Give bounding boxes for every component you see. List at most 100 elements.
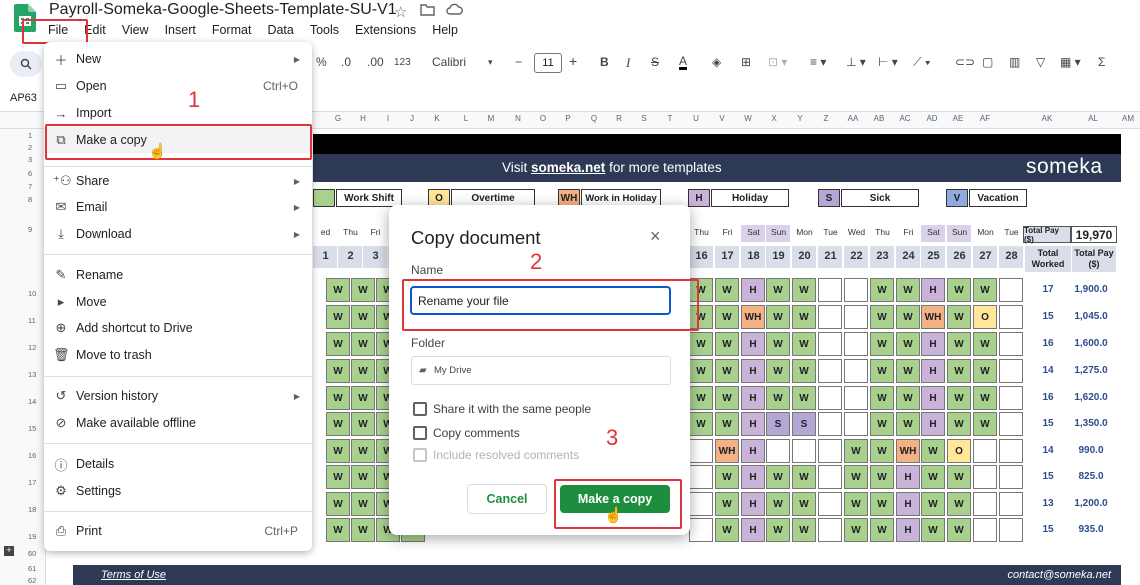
menu-help[interactable]: Help <box>432 23 458 39</box>
table-view-icon[interactable]: ▦ ▾ <box>1060 55 1081 69</box>
attendance-cell[interactable]: W <box>973 412 997 436</box>
attendance-cell[interactable]: W <box>766 332 790 356</box>
attendance-cell[interactable]: W <box>921 465 945 489</box>
menu-item-import[interactable]: → Import <box>44 100 312 126</box>
menu-item-details[interactable]: ⓘ Details <box>44 451 312 477</box>
attendance-cell[interactable]: W <box>947 278 971 302</box>
cancel-button[interactable]: Cancel <box>467 484 547 514</box>
column-header[interactable]: T <box>658 114 682 123</box>
attendance-cell[interactable]: W <box>921 439 945 463</box>
column-header[interactable]: K <box>425 114 449 123</box>
row-header[interactable]: 17 <box>28 478 36 487</box>
attendance-cell[interactable]: H <box>741 386 765 410</box>
attendance-cell[interactable]: W <box>792 305 816 329</box>
attendance-cell[interactable]: W <box>870 439 894 463</box>
column-header[interactable]: G <box>326 114 350 123</box>
font-size-input[interactable]: 11 <box>534 53 562 73</box>
column-header[interactable]: AK <box>1035 114 1059 123</box>
attendance-cell[interactable] <box>999 465 1023 489</box>
banner-visit-text[interactable]: Visit someka.net for more templates <box>502 160 722 175</box>
column-header[interactable]: J <box>400 114 424 123</box>
attendance-cell[interactable]: W <box>326 332 350 356</box>
attendance-cell[interactable]: W <box>896 412 920 436</box>
attendance-cell[interactable] <box>999 439 1023 463</box>
attendance-cell[interactable]: W <box>844 518 868 542</box>
attendance-cell[interactable]: W <box>689 332 713 356</box>
attendance-cell[interactable]: H <box>741 278 765 302</box>
star-icon[interactable]: ☆ <box>394 3 407 21</box>
attendance-cell[interactable]: W <box>973 278 997 302</box>
attendance-cell[interactable]: H <box>741 412 765 436</box>
row-header[interactable]: 60 <box>28 549 36 558</box>
attendance-cell[interactable] <box>999 518 1023 542</box>
attendance-cell[interactable]: W <box>947 465 971 489</box>
menu-item-download[interactable]: ⤓ Download ▶ <box>44 221 312 247</box>
row-header[interactable]: 18 <box>28 505 36 514</box>
banner-site-link[interactable]: someka.net <box>531 160 605 175</box>
row-header[interactable]: 12 <box>28 343 36 352</box>
increase-decimal-button[interactable]: .00 <box>367 55 384 69</box>
attendance-cell[interactable]: W <box>792 278 816 302</box>
attendance-cell[interactable]: W <box>921 492 945 516</box>
attendance-cell[interactable] <box>999 492 1023 516</box>
menu-item-make-available-offline[interactable]: ⊘ Make available offline <box>44 410 312 436</box>
attendance-cell[interactable]: W <box>715 386 739 410</box>
column-header[interactable]: X <box>762 114 786 123</box>
font-size-decrease-button[interactable]: − <box>515 55 522 69</box>
attendance-cell[interactable]: H <box>741 518 765 542</box>
attendance-cell[interactable] <box>818 332 842 356</box>
attendance-cell[interactable]: W <box>921 518 945 542</box>
attendance-cell[interactable]: W <box>351 465 375 489</box>
attendance-cell[interactable] <box>818 412 842 436</box>
attendance-cell[interactable]: W <box>792 465 816 489</box>
attendance-cell[interactable]: W <box>947 518 971 542</box>
attendance-cell[interactable]: W <box>351 492 375 516</box>
attendance-cell[interactable]: H <box>921 412 945 436</box>
attendance-cell[interactable]: O <box>947 439 971 463</box>
attendance-cell[interactable] <box>689 492 713 516</box>
attendance-cell[interactable]: W <box>715 412 739 436</box>
attendance-cell[interactable] <box>766 439 790 463</box>
attendance-cell[interactable] <box>999 359 1023 383</box>
text-color-icon[interactable]: A <box>679 55 688 70</box>
attendance-cell[interactable] <box>844 278 868 302</box>
column-header[interactable]: AB <box>867 114 891 123</box>
attendance-cell[interactable] <box>999 412 1023 436</box>
attendance-cell[interactable] <box>844 412 868 436</box>
column-header[interactable]: S <box>632 114 656 123</box>
menu-item-rename[interactable]: ✎ Rename <box>44 262 312 288</box>
attendance-cell[interactable]: W <box>870 465 894 489</box>
decrease-decimal-button[interactable]: .0 <box>341 55 351 69</box>
attendance-cell[interactable]: S <box>792 412 816 436</box>
attendance-cell[interactable] <box>844 386 868 410</box>
attendance-cell[interactable]: W <box>896 278 920 302</box>
menu-item-settings[interactable]: ⚙ Settings <box>44 478 312 504</box>
row-header[interactable]: 7 <box>28 182 32 191</box>
menu-item-print[interactable]: ⎙ Print Ctrl+P <box>44 518 312 544</box>
attendance-cell[interactable]: W <box>766 518 790 542</box>
name-box[interactable]: AP63 <box>10 92 37 104</box>
attendance-cell[interactable] <box>999 332 1023 356</box>
attendance-cell[interactable] <box>818 278 842 302</box>
attendance-cell[interactable] <box>792 439 816 463</box>
menu-item-new[interactable]: ＋ New ▶ <box>44 46 312 72</box>
attendance-cell[interactable]: W <box>715 278 739 302</box>
attendance-cell[interactable] <box>818 439 842 463</box>
menu-view[interactable]: View <box>122 23 149 39</box>
attendance-cell[interactable]: W <box>766 386 790 410</box>
merge-cells-icon[interactable]: ⊡ ▾ <box>768 55 787 69</box>
row-header[interactable]: 11 <box>28 316 36 325</box>
attendance-cell[interactable]: W <box>766 359 790 383</box>
attendance-cell[interactable]: W <box>715 332 739 356</box>
row-header[interactable]: 16 <box>28 451 36 460</box>
attendance-cell[interactable] <box>844 359 868 383</box>
attendance-cell[interactable]: W <box>870 278 894 302</box>
column-header[interactable]: AF <box>973 114 997 123</box>
attendance-cell[interactable]: W <box>947 332 971 356</box>
row-header[interactable]: 14 <box>28 397 36 406</box>
attendance-cell[interactable] <box>689 518 713 542</box>
attendance-cell[interactable]: W <box>947 412 971 436</box>
attendance-cell[interactable]: W <box>844 465 868 489</box>
attendance-cell[interactable]: H <box>921 332 945 356</box>
attendance-cell[interactable]: W <box>326 439 350 463</box>
